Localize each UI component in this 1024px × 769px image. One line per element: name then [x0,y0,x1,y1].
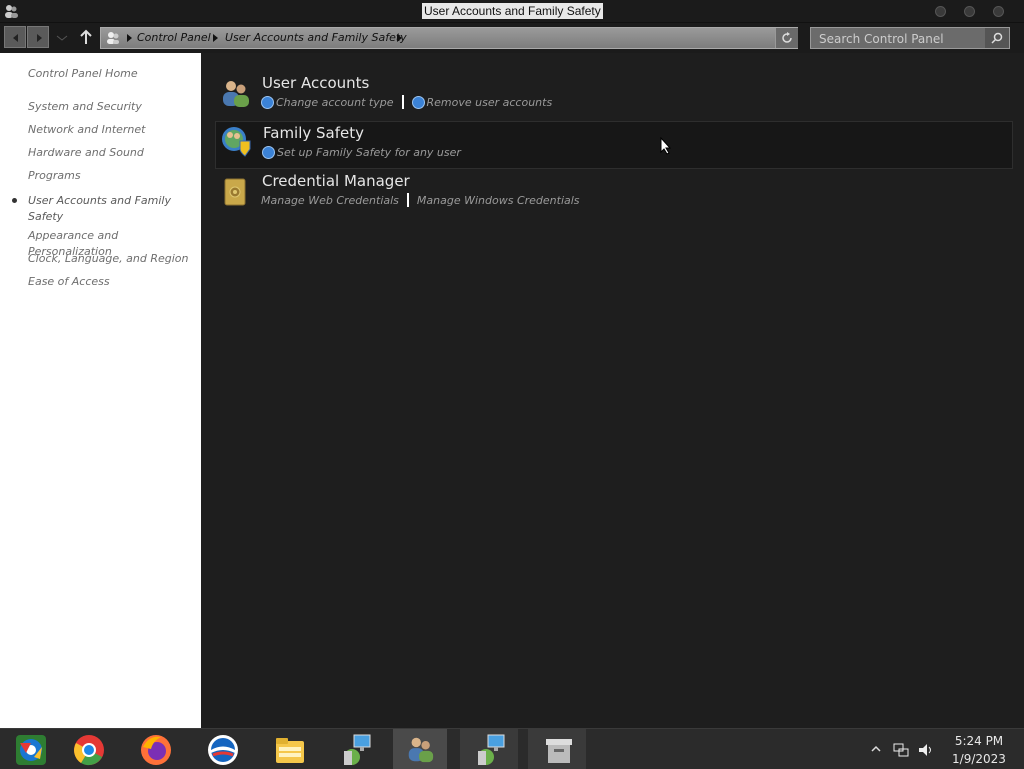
left-navigation-pane: Control Panel Home System and Security N… [0,53,201,728]
category-family-safety: Family Safety Set up Family Safety for a… [215,121,1013,169]
archive-icon [546,739,572,763]
up-arrow-icon[interactable] [79,29,93,45]
sidebar-item-network-internet[interactable]: Network and Internet [28,122,193,138]
category-title[interactable]: Family Safety [263,123,364,143]
recent-pages-chevron-icon[interactable] [56,33,68,43]
volume-icon[interactable] [917,742,933,758]
breadcrumb-control-panel[interactable]: Control Panel [137,28,211,48]
taskbar-chromium-button[interactable] [0,729,60,769]
change-account-type-link[interactable]: Change account type [276,96,394,109]
family-safety-icon [222,127,251,157]
main-content: User Accounts Change account type Remove … [201,53,1024,728]
uac-shield-icon [262,145,275,159]
breadcrumb-user-accounts[interactable]: User Accounts and Family Safety [225,28,407,48]
category-user-accounts: User Accounts Change account type Remove … [215,71,1013,119]
file-explorer-icon [276,738,304,763]
navigation-bar: Control Panel User Accounts and Family S… [0,23,1024,53]
search-button[interactable] [985,28,1009,48]
category-title[interactable]: User Accounts [262,73,369,93]
sidebar-item-programs[interactable]: Programs [28,168,193,184]
taskbar-chrome-button[interactable] [58,729,118,769]
link-divider [406,193,409,207]
category-credential-manager: Credential Manager Manage Web Credential… [215,169,1013,217]
network-icon[interactable] [893,742,909,758]
control-panel-icon [408,737,434,763]
link-divider [401,95,404,109]
search-box[interactable] [810,27,1010,50]
show-hidden-icons-chevron-icon[interactable] [871,745,881,753]
minimize-button[interactable] [935,6,946,17]
category-links: Manage Web Credentials Manage Windows Cre… [261,193,580,209]
sidebar-item-hardware-sound[interactable]: Hardware and Sound [28,145,193,161]
back-button[interactable] [4,26,26,48]
network-monitor-icon [478,734,505,765]
forward-button[interactable] [27,26,49,48]
window-title: User Accounts and Family Safety [422,3,603,19]
chrome-icon [74,735,104,766]
category-links: Change account type Remove user accounts [261,95,552,111]
opera-icon [208,735,238,765]
back-arrow-icon [13,34,18,42]
taskbar-opera-button[interactable] [192,729,252,769]
manage-windows-credentials-link[interactable]: Manage Windows Credentials [417,194,580,207]
users-icon [223,81,249,107]
taskbar: 5:24 PM 1/9/2023 [0,728,1024,769]
maximize-button[interactable] [964,6,975,17]
chromium-icon [16,735,46,765]
taskbar-firefox-button[interactable] [125,729,185,769]
firefox-icon [141,735,171,765]
control-panel-home-link[interactable]: Control Panel Home [28,66,193,82]
close-button[interactable] [993,6,1004,17]
manage-web-credentials-link[interactable]: Manage Web Credentials [261,194,399,207]
taskbar-control-panel-button[interactable] [393,729,447,769]
clock-time: 5:24 PM [954,734,1004,748]
category-title[interactable]: Credential Manager [262,171,410,191]
network-monitor-icon [344,734,371,765]
breadcrumb-separator-icon[interactable] [127,34,132,42]
remove-user-accounts-link[interactable]: Remove user accounts [427,96,553,109]
forward-arrow-icon [37,34,42,42]
taskbar-network-monitor-button-2[interactable] [460,729,518,769]
clock-date: 1/9/2023 [952,752,1006,766]
uac-shield-icon [411,95,425,109]
taskbar-archive-button[interactable] [528,729,586,769]
category-links: Set up Family Safety for any user [262,145,461,161]
sidebar-item-user-accounts-selected[interactable]: User Accounts and Family Safety [28,193,178,225]
uac-shield-icon [261,95,274,109]
selected-bullet-icon [12,198,17,203]
users-icon [107,32,119,44]
mouse-cursor-icon [660,137,672,155]
title-bar: User Accounts and Family Safety [0,0,1024,23]
sidebar-item-ease-of-access[interactable]: Ease of Access [28,274,193,290]
search-input[interactable] [811,28,991,50]
system-clock[interactable]: 5:24 PM 1/9/2023 [944,733,1014,767]
taskbar-file-explorer-button[interactable] [259,729,319,769]
sidebar-item-clock-language[interactable]: Clock, Language, and Region [28,251,193,267]
vault-icon [224,178,246,206]
setup-family-safety-link[interactable]: Set up Family Safety for any user [277,146,461,159]
breadcrumb-separator-icon[interactable] [213,34,218,42]
address-bar[interactable]: Control Panel User Accounts and Family S… [100,27,798,49]
refresh-button[interactable] [775,28,798,48]
refresh-icon [782,32,792,43]
taskbar-network-monitor-button[interactable] [326,729,386,769]
search-icon [991,32,1003,44]
breadcrumb-separator-icon[interactable] [397,34,402,42]
users-icon [5,5,18,18]
sidebar-item-system-security[interactable]: System and Security [28,99,193,115]
